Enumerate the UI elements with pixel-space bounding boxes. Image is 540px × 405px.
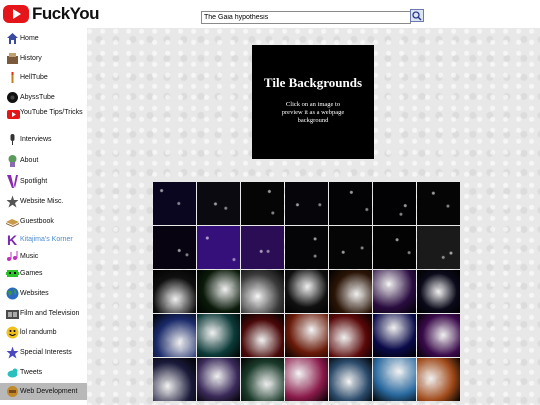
background-tile[interactable]	[197, 226, 240, 269]
svg-text:K: K	[7, 233, 17, 246]
sidebar-item-label: HellTube	[20, 74, 48, 81]
sidebar-item-label: Special Interests	[20, 349, 72, 356]
background-tile[interactable]	[373, 358, 416, 401]
background-tile[interactable]	[241, 182, 284, 225]
background-tile[interactable]	[197, 314, 240, 357]
background-tile[interactable]	[153, 358, 196, 401]
abysstube-icon	[7, 92, 18, 103]
film-icon	[6, 310, 19, 319]
background-tile[interactable]	[241, 226, 284, 269]
music-icon	[7, 251, 18, 261]
background-tile[interactable]	[197, 270, 240, 313]
background-tile[interactable]	[373, 226, 416, 269]
background-tile[interactable]	[373, 314, 416, 357]
sidebar-item-label: lol randumb	[20, 329, 57, 336]
page-title: Tile Backgrounds	[263, 75, 363, 90]
background-tile[interactable]	[285, 314, 328, 357]
globe-icon	[6, 287, 19, 300]
background-tile[interactable]	[329, 314, 372, 357]
background-tile[interactable]	[373, 182, 416, 225]
star-icon	[6, 195, 19, 208]
smiley-icon	[6, 326, 19, 339]
background-tile[interactable]	[197, 182, 240, 225]
search-input[interactable]	[201, 11, 411, 24]
background-tile[interactable]	[329, 226, 372, 269]
sidebar-item-label: Film and Television	[20, 310, 80, 317]
sidebar-item-label: Games	[20, 270, 43, 277]
background-tile[interactable]	[417, 226, 460, 269]
sidebar-item-label: Music	[20, 253, 39, 260]
guestbook-icon	[6, 219, 19, 227]
k-icon: K	[7, 233, 17, 246]
background-tile[interactable]	[373, 270, 416, 313]
tile-grid	[153, 182, 460, 401]
sidebar-item-label: Kitajima's Korner	[20, 236, 73, 243]
background-tile[interactable]	[241, 270, 284, 313]
sidebar-item-label: Spotlight	[20, 178, 48, 185]
helltube-icon	[11, 72, 14, 83]
site-logo[interactable]: FuckYou	[3, 3, 100, 25]
background-tile[interactable]	[417, 182, 460, 225]
sidebar-item-label: Home	[20, 35, 39, 42]
sidebar-item-label: AbyssTube	[20, 94, 55, 101]
sidebar-item-label: About	[20, 157, 39, 164]
tile-backgrounds-panel: Tile Backgrounds Click on an image to pr…	[252, 45, 374, 159]
background-tile[interactable]	[285, 358, 328, 401]
search-icon[interactable]	[410, 9, 424, 22]
background-tile[interactable]	[285, 226, 328, 269]
star-icon	[6, 346, 19, 359]
logo-text: FuckYou	[32, 4, 100, 23]
background-tile[interactable]	[329, 270, 372, 313]
web-dev-icon	[7, 386, 18, 397]
background-tile[interactable]	[417, 358, 460, 401]
background-tile[interactable]	[285, 182, 328, 225]
background-tile[interactable]	[153, 270, 196, 313]
sidebar-item-label: History	[20, 55, 42, 62]
background-tile[interactable]	[153, 226, 196, 269]
spotlight-icon	[7, 175, 18, 188]
background-tile[interactable]	[417, 270, 460, 313]
home-icon	[7, 33, 18, 44]
sidebar-item-label: YouTube Tips/Tricks	[20, 109, 83, 116]
sidebar-item-label: Website Misc.	[20, 198, 64, 205]
microphone-icon	[10, 134, 15, 145]
sidebar-item-label: Guestbook	[20, 218, 54, 225]
background-tile[interactable]	[153, 182, 196, 225]
top-bar: FuckYou	[0, 0, 540, 28]
history-icon	[7, 53, 18, 64]
sidebar-item-label: Websites	[20, 290, 49, 297]
main-content: Tile Backgrounds Click on an image to pr…	[87, 28, 540, 405]
background-tile[interactable]	[197, 358, 240, 401]
bird-icon	[7, 368, 18, 378]
background-tile[interactable]	[417, 314, 460, 357]
games-icon	[6, 270, 19, 277]
sidebar: Home History HellTube AbyssTube YouTube …	[0, 28, 87, 405]
play-logo-icon	[3, 5, 29, 23]
background-tile[interactable]	[329, 358, 372, 401]
background-tile[interactable]	[153, 314, 196, 357]
background-tile[interactable]	[329, 182, 372, 225]
background-tile[interactable]	[285, 270, 328, 313]
background-tile[interactable]	[241, 358, 284, 401]
sidebar-item-label: Web Development	[20, 388, 78, 395]
sidebar-item-label: Tweets	[20, 369, 43, 376]
page-subtitle: Click on an image to preview it as a web…	[281, 101, 345, 124]
about-icon	[8, 155, 17, 167]
sidebar-item-label: Interviews	[20, 136, 52, 143]
background-tile[interactable]	[241, 314, 284, 357]
sidebar-item-web-development[interactable]: Web Development	[0, 383, 87, 400]
